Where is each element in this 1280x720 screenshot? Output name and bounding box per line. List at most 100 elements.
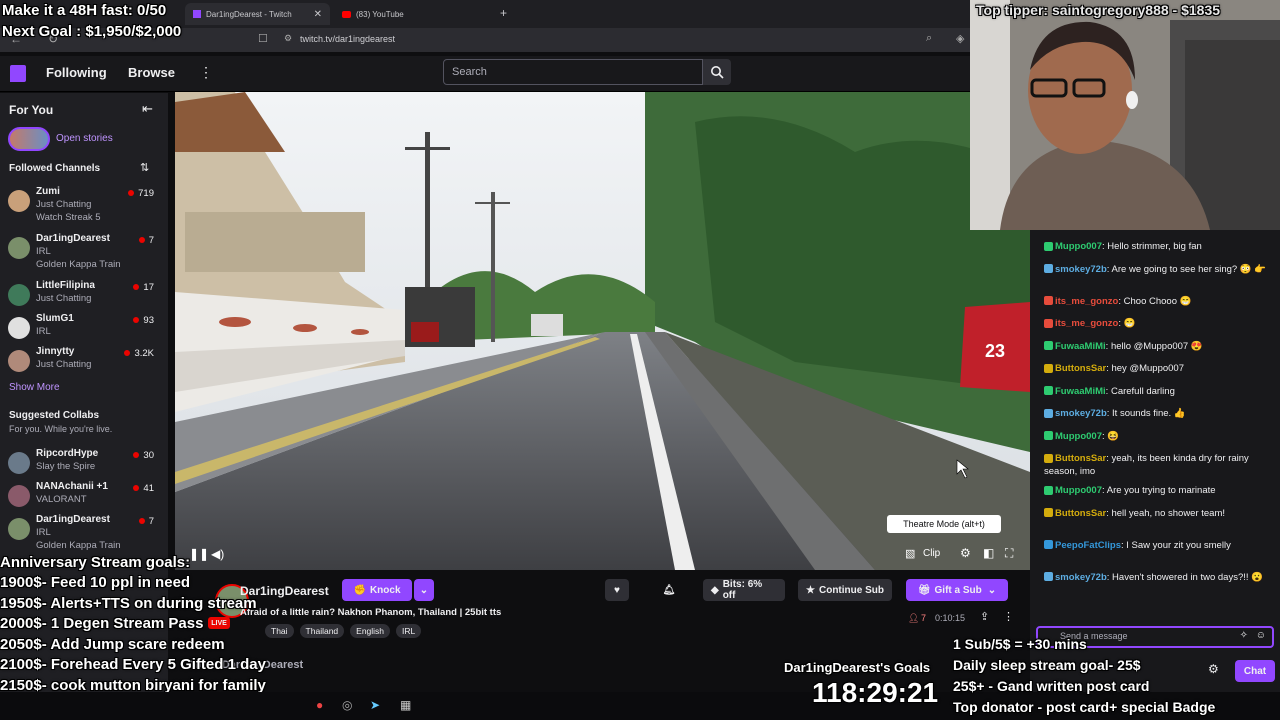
follow-button[interactable]: ♥ xyxy=(605,579,629,601)
more-options-icon[interactable]: ⋮ xyxy=(1003,610,1014,623)
badge-icon xyxy=(1044,431,1053,441)
shield-icon[interactable]: ◈ xyxy=(956,32,964,45)
chat-username[interactable]: ButtonsSar xyxy=(1055,453,1106,464)
bookmark-icon[interactable]: ☐ xyxy=(258,32,268,45)
fullscreen-icon[interactable]: ⛶ xyxy=(1005,546,1013,561)
chat-username[interactable]: ButtonsSar xyxy=(1055,363,1106,374)
sidebar-channel-collabs[interactable]: Dar1ingDearest IRL Golden Kappa Train 7 xyxy=(0,514,168,551)
tag[interactable]: IRL xyxy=(396,624,422,638)
sidebar-channel-followed[interactable]: Jinnytty Just Chatting 3.2K xyxy=(0,346,168,378)
goal-line: 1900$- Feed 10 ppl in need xyxy=(0,574,191,591)
channel-name: Dar1ingDearest xyxy=(36,514,110,525)
chat-username[interactable]: Muppo007 xyxy=(1055,241,1102,252)
clip-icon[interactable]: ▧ xyxy=(905,547,915,560)
new-tab-icon[interactable]: + xyxy=(500,6,507,20)
channel-game: IRL xyxy=(36,527,51,538)
video-frame: 23 xyxy=(175,92,1030,570)
chat-username[interactable]: smokey72b xyxy=(1055,408,1107,419)
notifications-button[interactable]: 🔔︎ xyxy=(649,579,689,601)
zoom-icon[interactable]: ⌕ xyxy=(926,32,932,45)
goals-title: Anniversary Stream goals: xyxy=(0,554,191,571)
open-stories-link[interactable]: Open stories xyxy=(56,133,113,144)
collapse-sidebar-icon[interactable]: ⇤ xyxy=(142,101,153,117)
fast-goal-overlay: Make it a 48H fast: 0/50 xyxy=(2,2,167,19)
search-button[interactable] xyxy=(703,59,731,85)
video-player[interactable]: 23 xyxy=(175,92,1030,570)
gift-sub-button[interactable]: 🎁︎ Gift a Sub ⌄ xyxy=(906,579,1008,601)
sidebar-channel-followed[interactable]: Zumi Just Chatting Watch Streak 5 719 xyxy=(0,186,168,223)
browser-tab-youtube[interactable]: (83) YouTube xyxy=(334,3,484,25)
chat-username[interactable]: Muppo007 xyxy=(1055,431,1102,442)
emote-picker-icon[interactable]: ☺ xyxy=(1256,630,1266,641)
continue-sub-button[interactable]: ★ Continue Sub xyxy=(798,579,892,601)
bits-icon[interactable]: ✧ xyxy=(1240,630,1248,641)
goal-line: 1950$- Alerts+TTS on during stream xyxy=(0,594,257,612)
gift-sub-label: Gift a Sub xyxy=(934,584,982,596)
url-field[interactable]: twitch.tv/dar1ingdearest xyxy=(300,34,395,44)
taskbar-app-icon[interactable]: ▦ xyxy=(400,698,411,712)
chat-username[interactable]: smokey72b xyxy=(1055,572,1107,583)
sidebar-channel-followed[interactable]: Dar1ingDearest IRL Golden Kappa Train 7 xyxy=(0,233,168,270)
settings-gear-icon[interactable]: ⚙ xyxy=(960,546,971,560)
search-input[interactable]: Search xyxy=(443,59,703,85)
chat-text: 😆 xyxy=(1107,430,1120,442)
chat-username[interactable]: FuwaaMiMi xyxy=(1055,341,1106,352)
tag[interactable]: Thailand xyxy=(299,624,345,638)
chat-text: 😁 xyxy=(1123,318,1136,329)
taskbar-app-icon[interactable]: ● xyxy=(316,698,323,712)
sidebar-channel-followed[interactable]: SlumG1 IRL 93 xyxy=(0,313,168,345)
theatre-mode-icon[interactable]: ◧ xyxy=(983,546,994,560)
twitch-top-nav: Following Browse ⋮ Search xyxy=(0,56,970,92)
stories-avatars[interactable] xyxy=(8,127,50,151)
channel-avatar xyxy=(8,350,30,372)
site-info-icon[interactable]: ⚙ xyxy=(284,33,292,44)
nav-browse[interactable]: Browse xyxy=(128,65,175,80)
channel-name: SlumG1 xyxy=(36,313,74,324)
browser-tab-twitch[interactable]: Dar1ingDearest - Twitch ✕ xyxy=(185,3,330,25)
knock-dropdown[interactable]: ⌄ xyxy=(414,579,434,601)
show-more-link[interactable]: Show More xyxy=(9,382,60,393)
channel-avatar xyxy=(8,452,30,474)
chat-send-button[interactable]: Chat xyxy=(1235,660,1275,682)
nav-following[interactable]: Following xyxy=(46,65,107,80)
chat-username[interactable]: PeepoFatClips xyxy=(1055,540,1121,551)
badge-icon xyxy=(1044,453,1053,463)
knock-button[interactable]: ✊ Knock xyxy=(342,579,412,601)
chat-text: Haven't showered in two days?!! 😮 xyxy=(1112,571,1263,583)
sidebar-channel-followed[interactable]: LittleFilipina Just Chatting 17 xyxy=(0,280,168,312)
more-menu-icon[interactable]: ⋮ xyxy=(199,64,213,81)
chat-message: PeepoFatClips: I Saw your zit you smelly xyxy=(1044,539,1270,552)
bits-button[interactable]: ◆ Bits: 6% off xyxy=(703,579,785,601)
sidebar-channel-collabs[interactable]: RipcordHype Slay the Spire 30 xyxy=(0,448,168,480)
taskbar-app-icon[interactable]: ➤ xyxy=(370,698,380,712)
close-tab-icon[interactable]: ✕ xyxy=(314,9,322,20)
badge-icon xyxy=(1044,241,1053,251)
badge-icon xyxy=(1044,572,1053,582)
tag-list: Thai Thailand English IRL xyxy=(265,624,422,638)
taskbar-app-icon[interactable]: ◎ xyxy=(342,698,352,712)
chat-text: Hello strimmer, big fan xyxy=(1107,241,1202,252)
chat-message: smokey72b: It sounds fine. 👍 xyxy=(1044,407,1270,420)
chat-username[interactable]: its_me_gonzo xyxy=(1055,318,1118,329)
chat-username[interactable]: smokey72b xyxy=(1055,264,1107,275)
chat-message: FuwaaMiMi: hello @Muppo007 😍 xyxy=(1044,340,1270,353)
chat-text: Choo Chooo 😁 xyxy=(1123,295,1192,307)
goal-line: 2000$- 1 Degen Stream Pass xyxy=(0,615,204,632)
channel-game: Just Chatting xyxy=(36,293,92,304)
chat-message: its_me_gonzo: 😁 xyxy=(1044,317,1270,330)
bell-icon: 🔔︎ xyxy=(662,584,676,596)
viewer-count: 17 xyxy=(133,282,154,293)
sidebar-channel-collabs[interactable]: NANAchanii +1 VALORANT 41 xyxy=(0,481,168,513)
sort-icon[interactable]: ⇅ xyxy=(140,161,149,174)
twitch-logo-icon[interactable] xyxy=(10,65,26,82)
viewer-count: 719 xyxy=(128,188,154,199)
channel-game: IRL xyxy=(36,326,51,337)
chat-username[interactable]: ButtonsSar xyxy=(1055,508,1106,519)
chat-message: Muppo007: Are you trying to marinate xyxy=(1044,484,1270,497)
chat-username[interactable]: Muppo007 xyxy=(1055,485,1102,496)
tag[interactable]: English xyxy=(350,624,391,638)
chat-username[interactable]: its_me_gonzo xyxy=(1055,296,1118,307)
clip-button[interactable]: Clip xyxy=(923,548,940,559)
share-icon[interactable]: ⇪ xyxy=(980,610,989,623)
chat-username[interactable]: FuwaaMiMi xyxy=(1055,386,1106,397)
